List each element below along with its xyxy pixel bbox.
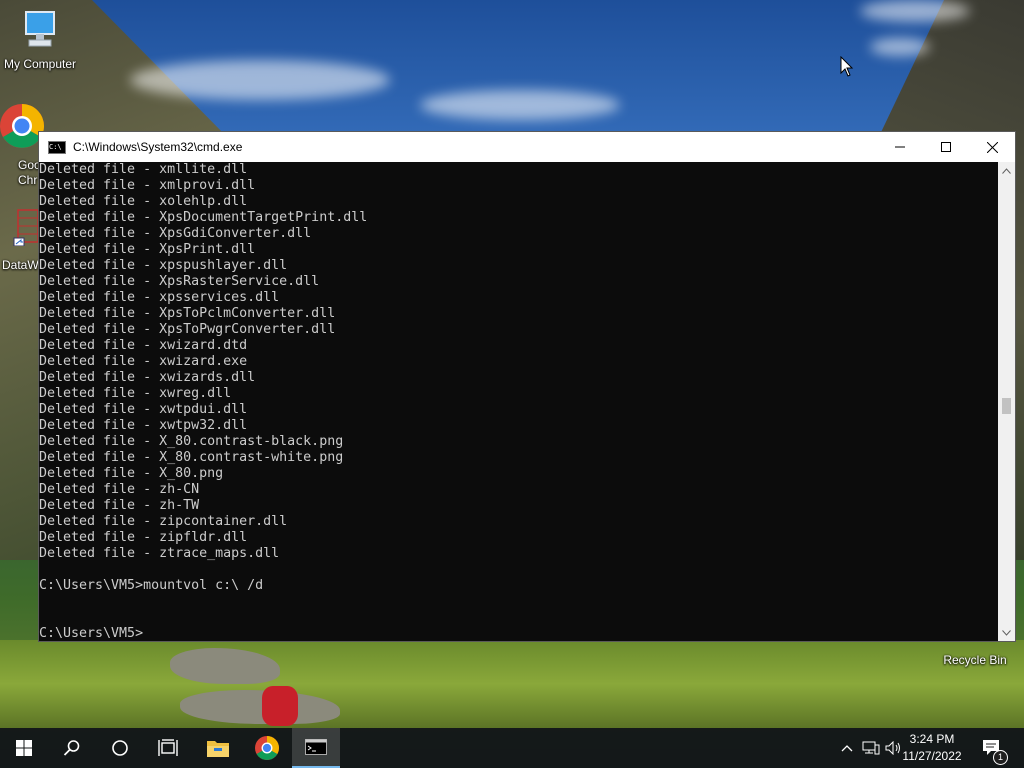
chevron-down-icon bbox=[1002, 629, 1011, 636]
desktop-icon-my-computer[interactable]: My Computer bbox=[1, 10, 79, 71]
console-line: Deleted file - zipfldr.dll bbox=[39, 530, 248, 545]
network-icon bbox=[862, 741, 880, 755]
console-line: Deleted file - XpsToPwgrConverter.dll bbox=[39, 322, 336, 337]
desktop-icon-dataw[interactable]: DataW bbox=[0, 208, 40, 272]
minimize-icon bbox=[895, 146, 905, 148]
console-line: Deleted file - xpspushlayer.dll bbox=[39, 258, 288, 273]
wallpaper-cloud bbox=[860, 0, 970, 22]
windows-logo-icon bbox=[16, 740, 32, 756]
desktop-icon-google-chrome[interactable]: Goo Chr bbox=[0, 104, 44, 187]
taskbar-file-explorer[interactable] bbox=[194, 728, 242, 768]
console-line: Deleted file - xmlprovi.dll bbox=[39, 178, 256, 193]
scrollbar-thumb[interactable] bbox=[1002, 398, 1011, 414]
wallpaper-cloud bbox=[870, 38, 930, 56]
console-line: Deleted file - xmllite.dll bbox=[39, 162, 248, 177]
console-line: Deleted file - xwizards.dll bbox=[39, 370, 256, 385]
desktop-icon-label: DataW bbox=[2, 258, 39, 272]
start-button[interactable] bbox=[0, 728, 48, 768]
console-line: Deleted file - xolehlp.dll bbox=[39, 194, 248, 209]
computer-icon bbox=[25, 11, 55, 47]
console-line: Deleted file - ztrace_maps.dll bbox=[39, 546, 280, 561]
chevron-up-icon bbox=[841, 745, 853, 752]
clock-time: 3:24 PM bbox=[909, 732, 955, 746]
scroll-down-button[interactable] bbox=[998, 624, 1015, 641]
console-line: Deleted file - xwizard.exe bbox=[39, 354, 248, 369]
task-view-icon bbox=[158, 739, 178, 756]
desktop-icon-label: My Computer bbox=[3, 57, 77, 71]
console-line: C:\Users\VM5> bbox=[39, 626, 144, 641]
search-icon bbox=[63, 740, 80, 756]
network-tray-button[interactable] bbox=[861, 738, 881, 758]
search-button[interactable] bbox=[48, 728, 96, 768]
task-view-button[interactable] bbox=[144, 728, 192, 768]
console-line: Deleted file - xwtpdui.dll bbox=[39, 402, 248, 417]
taskbar-clock[interactable]: 3:24 PM 11/27/2022 bbox=[892, 731, 972, 765]
taskbar-command-prompt[interactable] bbox=[292, 728, 340, 768]
desktop-icon-label: Recycle Bin bbox=[943, 653, 1007, 667]
chrome-icon bbox=[255, 736, 279, 760]
close-icon bbox=[986, 141, 998, 153]
console-line: Deleted file - xwtpw32.dll bbox=[39, 418, 248, 433]
folder-icon bbox=[207, 741, 229, 757]
cmd-app-icon bbox=[305, 739, 327, 755]
show-hidden-icons-button[interactable] bbox=[837, 738, 857, 758]
console-line: Deleted file - xwizard.dtd bbox=[39, 338, 248, 353]
desktop-icon-recycle-bin[interactable]: Recycle Bin bbox=[940, 651, 1010, 667]
console-line: Deleted file - zh-TW bbox=[39, 498, 200, 513]
vertical-scrollbar[interactable] bbox=[998, 162, 1015, 641]
cortana-button[interactable] bbox=[96, 728, 144, 768]
scroll-up-button[interactable] bbox=[998, 162, 1015, 179]
cmd-app-icon: C:\ bbox=[48, 140, 66, 154]
maximize-button[interactable] bbox=[923, 132, 969, 162]
taskbar: 3:24 PM 11/27/2022 1 bbox=[0, 728, 1024, 768]
maximize-icon bbox=[941, 142, 951, 152]
close-button[interactable] bbox=[969, 132, 1015, 162]
chevron-up-icon bbox=[1002, 167, 1011, 174]
console-line: Deleted file - X_80.contrast-white.png bbox=[39, 450, 344, 465]
window-title: C:\Windows\System32\cmd.exe bbox=[73, 140, 243, 154]
console-line: Deleted file - XpsPrint.dll bbox=[39, 242, 256, 257]
app-shortcut-icon bbox=[13, 209, 39, 247]
wallpaper-meadow bbox=[0, 640, 1024, 728]
console-line: Deleted file - XpsGdiConverter.dll bbox=[39, 226, 312, 241]
window-titlebar[interactable]: C:\ C:\Windows\System32\cmd.exe bbox=[39, 132, 1015, 162]
wallpaper-cloud bbox=[130, 60, 390, 100]
console-line: Deleted file - zh-CN bbox=[39, 482, 200, 497]
console-line: Deleted file - X_80.contrast-black.png bbox=[39, 434, 344, 449]
clock-date: 11/27/2022 bbox=[902, 749, 962, 763]
wallpaper-backpack bbox=[262, 686, 298, 726]
notification-count-badge: 1 bbox=[993, 750, 1008, 765]
console-line: Deleted file - XpsToPclmConverter.dll bbox=[39, 306, 336, 321]
console-output[interactable]: Deleted file - xmllite.dll Deleted file -… bbox=[39, 162, 999, 641]
console-line: Deleted file - XpsDocumentTargetPrint.dl… bbox=[39, 210, 368, 225]
minimize-button[interactable] bbox=[877, 132, 923, 162]
console-line: Deleted file - xwreg.dll bbox=[39, 386, 232, 401]
wallpaper-cloud bbox=[420, 90, 620, 120]
cmd-window[interactable]: C:\ C:\Windows\System32\cmd.exe Deleted … bbox=[38, 131, 1016, 642]
taskbar-google-chrome[interactable] bbox=[243, 728, 291, 768]
console-line: Deleted file - zipcontainer.dll bbox=[39, 514, 288, 529]
console-line: C:\Users\VM5>mountvol c:\ /d bbox=[39, 578, 264, 593]
cortana-icon bbox=[112, 740, 128, 756]
console-line: Deleted file - xpsservices.dll bbox=[39, 290, 280, 305]
mouse-cursor-icon bbox=[840, 56, 854, 77]
console-line: Deleted file - XpsRasterService.dll bbox=[39, 274, 320, 289]
console-line: Deleted file - X_80.png bbox=[39, 466, 224, 481]
